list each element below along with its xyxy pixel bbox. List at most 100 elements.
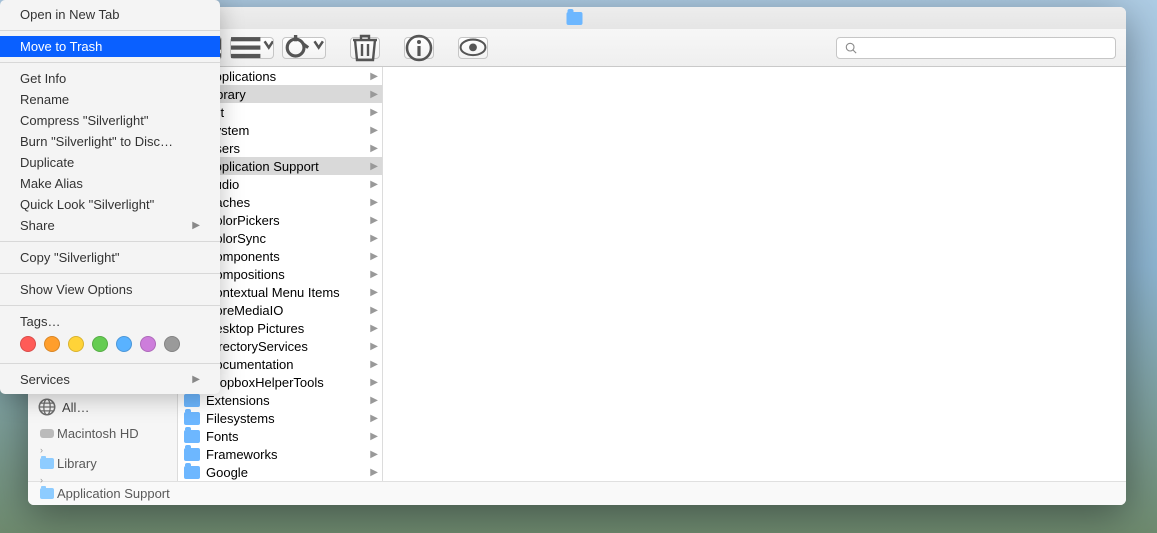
submenu-icon: ▶ [192, 220, 200, 231]
folder-icon [184, 466, 200, 479]
sidebar-item-all-[interactable]: All… [28, 395, 177, 419]
row-label: Extensions [206, 393, 370, 408]
quicklook-button[interactable] [458, 37, 488, 59]
ctx-make-alias[interactable]: Make Alias [0, 173, 220, 194]
row-label: DirectoryServices [206, 339, 370, 354]
ctx-copy-silverlight-[interactable]: Copy "Silverlight" [0, 247, 220, 268]
tag-dot[interactable] [116, 336, 132, 352]
row-label: System [206, 123, 370, 138]
search-field[interactable] [836, 37, 1116, 59]
globe-icon [38, 400, 56, 414]
pathbar-macintosh-hd[interactable]: Macintosh HD [40, 426, 170, 441]
expand-icon: ▶ [370, 413, 380, 424]
tag-dot[interactable] [20, 336, 36, 352]
row-label: DropboxHelperTools [206, 375, 370, 390]
expand-icon: ▶ [370, 431, 380, 442]
row-filesystems[interactable]: Filesystems▶ [178, 409, 382, 427]
ctx-label: Copy "Silverlight" [20, 250, 120, 265]
row-label: Application Support [206, 159, 370, 174]
ctx-burn-silverlight-to-disc-[interactable]: Burn "Silverlight" to Disc… [0, 131, 220, 152]
pathbar-application-support[interactable]: Application Support [40, 486, 170, 501]
context-menu[interactable]: Open in New Tab Move to Trash Get Info Rena… [0, 0, 220, 394]
tag-dot[interactable] [140, 336, 156, 352]
row-fonts[interactable]: Fonts▶ [178, 427, 382, 445]
ctx-tags-[interactable]: Tags… [0, 311, 220, 332]
expand-icon: ▶ [370, 377, 380, 388]
pathbar-sep: › [40, 475, 43, 485]
row-label: Filesystems [206, 411, 370, 426]
ctx-separator [0, 273, 220, 274]
row-label: Desktop Pictures [206, 321, 370, 336]
ctx-label: Get Info [20, 71, 66, 86]
window-title [567, 12, 588, 25]
ctx-label: Share [20, 218, 55, 233]
ctx-share[interactable]: Share ▶ [0, 215, 220, 236]
ctx-duplicate[interactable]: Duplicate [0, 152, 220, 173]
expand-icon: ▶ [370, 71, 380, 82]
info-button[interactable] [404, 37, 434, 59]
ctx-label: Compress "Silverlight" [20, 113, 148, 128]
columns-area: Applications▶Library▶opt▶System▶Users▶Ap… [178, 67, 1126, 481]
row-label: Compositions [206, 267, 370, 282]
ctx-tags [0, 332, 220, 358]
ctx-separator [0, 241, 220, 242]
expand-icon: ▶ [370, 107, 380, 118]
row-label: Audio [206, 177, 370, 192]
trash-button[interactable] [350, 37, 380, 59]
row-label: Fonts [206, 429, 370, 444]
tag-dot[interactable] [68, 336, 84, 352]
search-input[interactable] [861, 40, 1107, 55]
row-google[interactable]: Google▶ [178, 463, 382, 481]
row-label: Google [206, 465, 370, 480]
folder-icon [184, 430, 200, 443]
expand-icon: ▶ [370, 359, 380, 370]
row-label: opt [206, 105, 370, 120]
ctx-label: Tags… [20, 314, 60, 329]
ctx-quick-look-silverlight-[interactable]: Quick Look "Silverlight" [0, 194, 220, 215]
expand-icon: ▶ [370, 161, 380, 172]
row-frameworks[interactable]: Frameworks▶ [178, 445, 382, 463]
ctx-get-info[interactable]: Get Info [0, 68, 220, 89]
title-folder-icon [567, 12, 583, 25]
expand-icon: ▶ [370, 305, 380, 316]
pathbar-library[interactable]: Library [40, 456, 170, 471]
expand-icon: ▶ [370, 467, 380, 478]
expand-icon: ▶ [370, 323, 380, 334]
folder-icon [184, 448, 200, 461]
row-label: Library [206, 87, 370, 102]
ctx-show-view-options[interactable]: Show View Options [0, 279, 220, 300]
ctx-compress-silverlight-[interactable]: Compress "Silverlight" [0, 110, 220, 131]
ctx-label: Services [20, 372, 70, 387]
ctx-separator [0, 305, 220, 306]
expand-icon: ▶ [370, 89, 380, 100]
ctx-label: Make Alias [20, 176, 83, 191]
row-label: ColorPickers [206, 213, 370, 228]
expand-icon: ▶ [370, 287, 380, 298]
pathbar-label: Library [57, 456, 97, 471]
row-label: Components [206, 249, 370, 264]
ctx-open-in-new-tab[interactable]: Open in New Tab [0, 4, 220, 25]
tag-dot[interactable] [44, 336, 60, 352]
hdd-icon [40, 429, 54, 438]
row-label: Documentation [206, 357, 370, 372]
ctx-rename[interactable]: Rename [0, 89, 220, 110]
ctx-move-to-trash[interactable]: Move to Trash [0, 36, 220, 57]
folder-icon [184, 394, 200, 407]
pathbar: Macintosh HD›Library›Application Support… [28, 481, 1126, 505]
row-label: Applications [206, 69, 370, 84]
row-label: ColorSync [206, 231, 370, 246]
ctx-separator [0, 30, 220, 31]
ctx-label: Duplicate [20, 155, 74, 170]
expand-icon: ▶ [370, 341, 380, 352]
ctx-label: Rename [20, 92, 69, 107]
action-dropdown[interactable] [282, 37, 326, 59]
tag-dot[interactable] [164, 336, 180, 352]
arrange-dropdown[interactable] [230, 37, 274, 59]
ctx-separator [0, 363, 220, 364]
folder-icon [184, 412, 200, 425]
ctx-label: Quick Look "Silverlight" [20, 197, 154, 212]
ctx-services[interactable]: Services▶ [0, 369, 220, 390]
expand-icon: ▶ [370, 395, 380, 406]
folder-icon [40, 488, 54, 499]
tag-dot[interactable] [92, 336, 108, 352]
